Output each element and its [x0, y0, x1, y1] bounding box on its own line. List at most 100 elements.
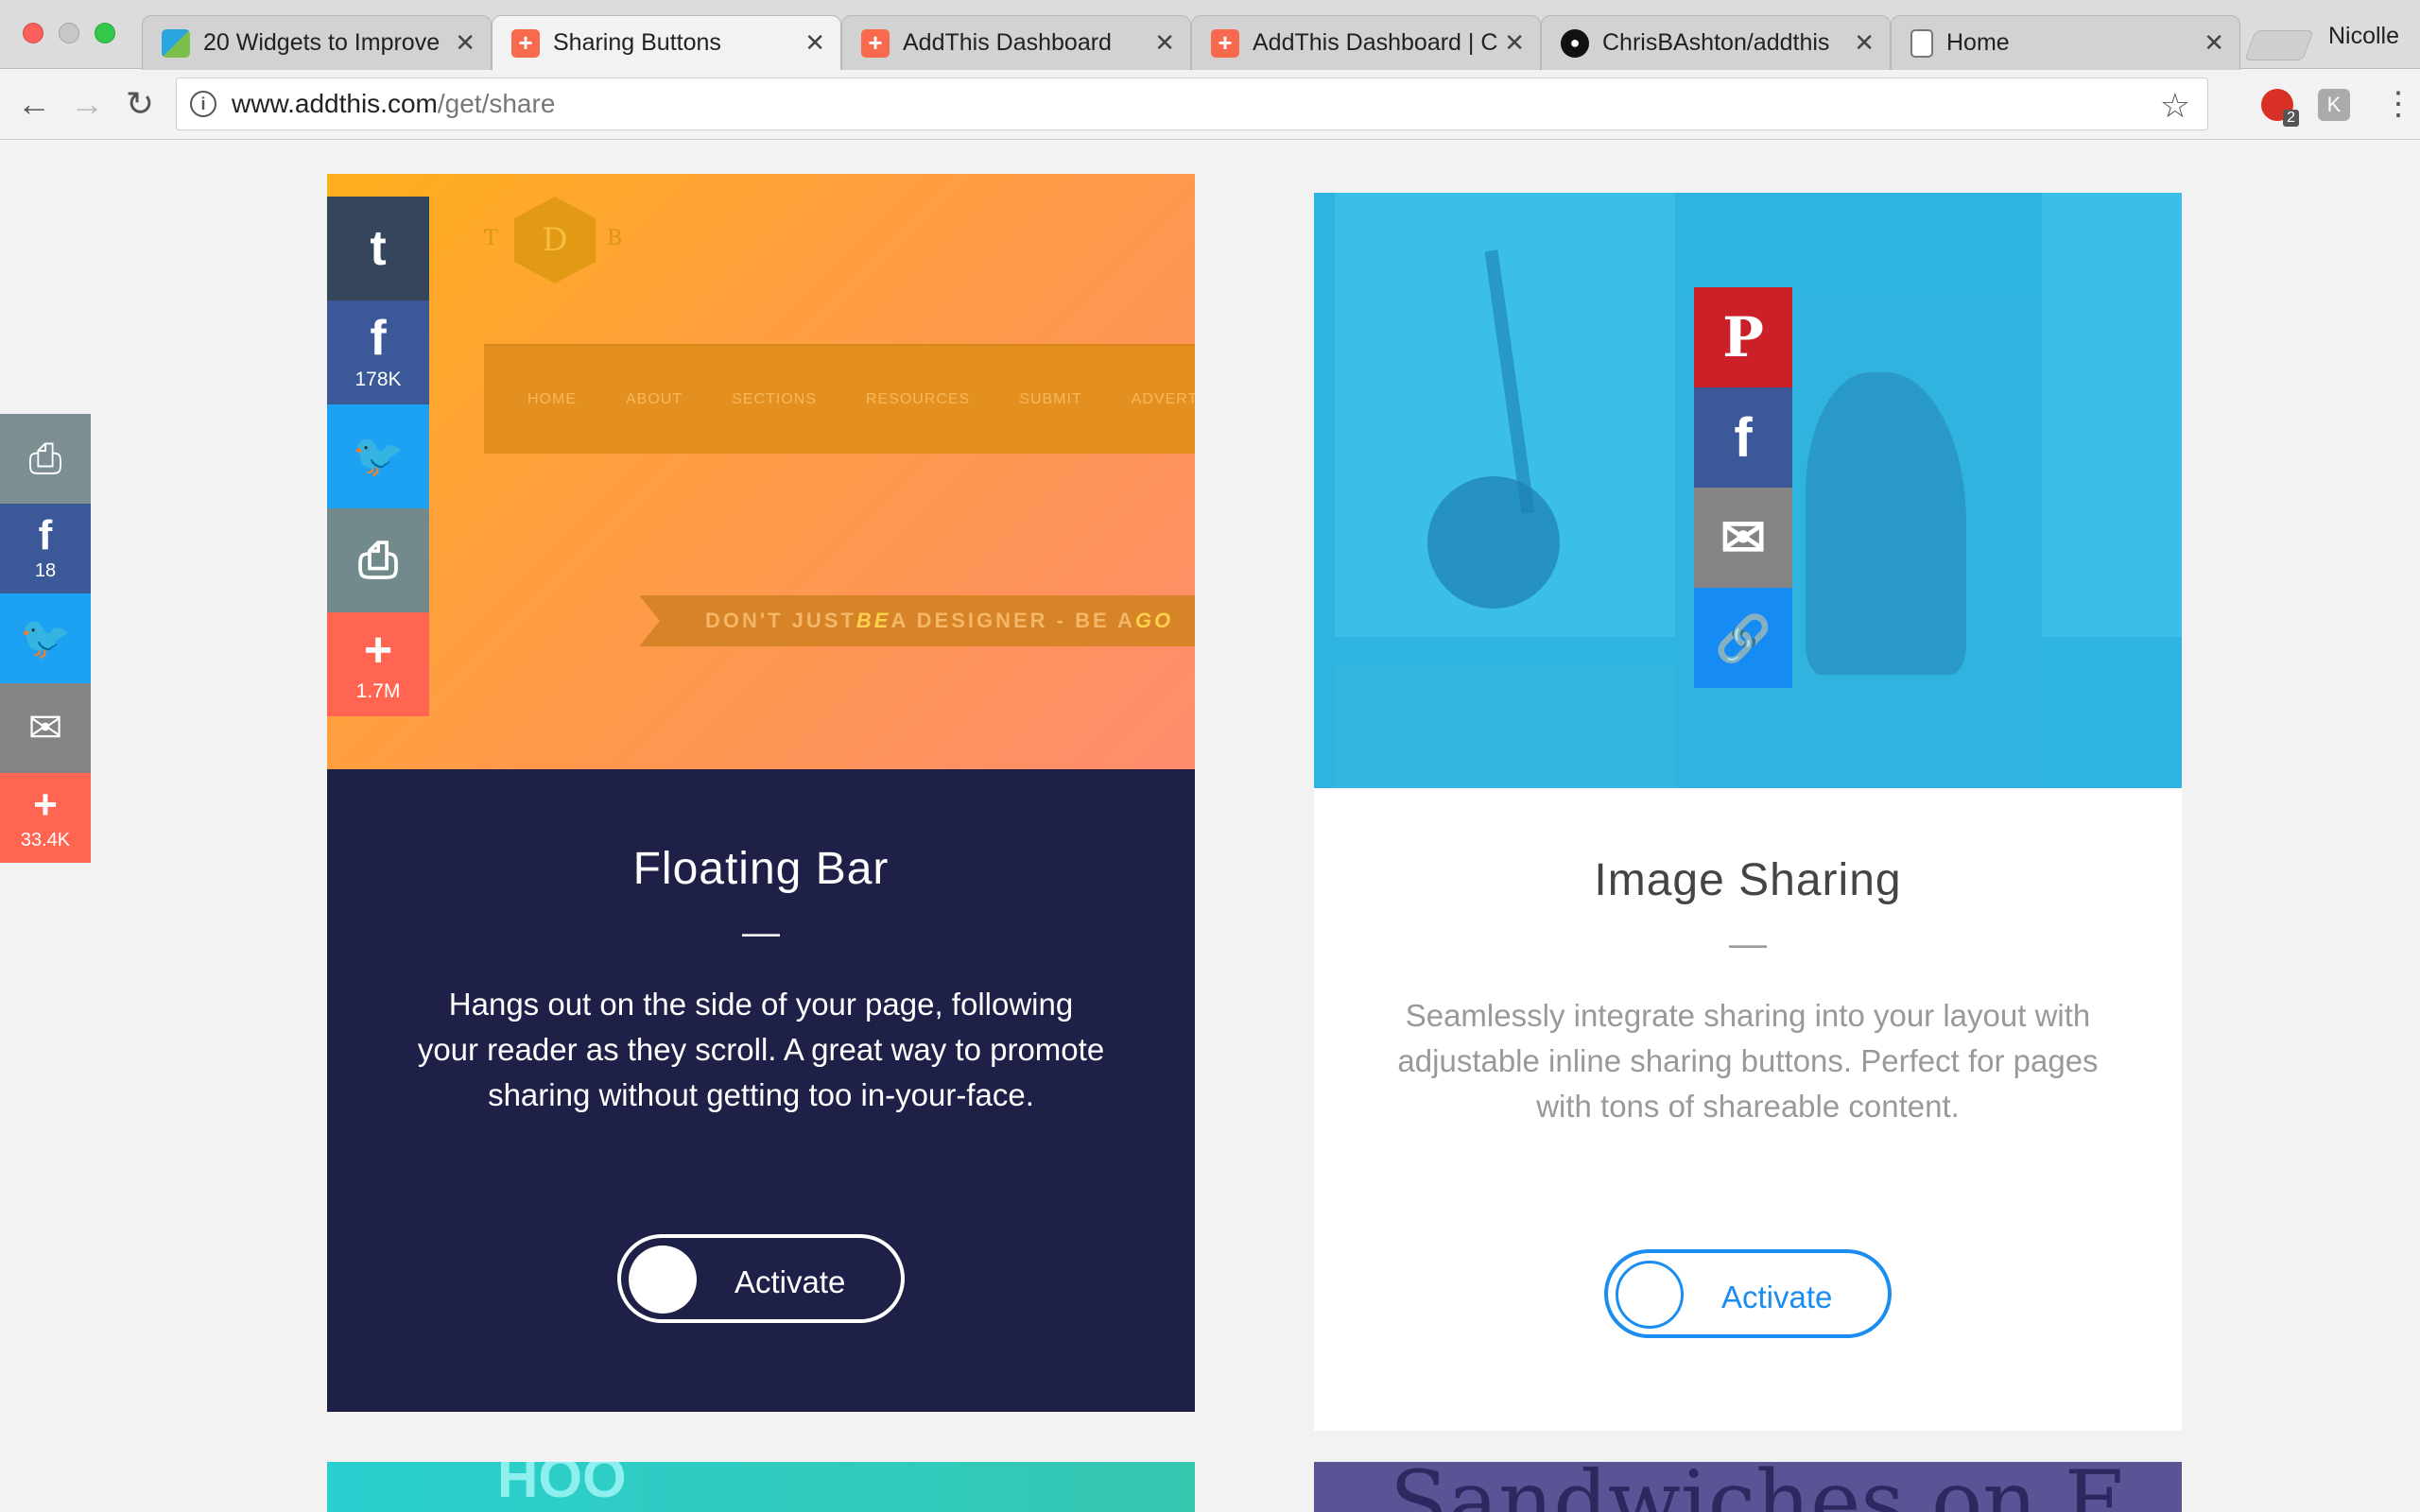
preview-nav-item: SUBMIT — [1019, 391, 1082, 407]
card-description: Seamlessly integrate sharing into your l… — [1397, 998, 2099, 1124]
image-sharing-card: P f ✉ 🔗 Image Sharing — Seamlessly integ… — [1314, 193, 2182, 1431]
close-tab-icon[interactable]: ✕ — [1154, 28, 1175, 58]
preview-nav-item: RESOURCES — [865, 391, 971, 407]
browser-toolbar: ← → ↻ i www.addthis.com/get/share ☆ 2 K … — [0, 70, 2420, 140]
address-bar[interactable]: i www.addthis.com/get/share ☆ — [176, 77, 2208, 130]
facebook-icon: f — [1734, 406, 1753, 469]
tab-home[interactable]: Home ✕ — [1891, 15, 2240, 70]
twitter-icon: 🐦 — [352, 433, 405, 479]
close-window-button[interactable] — [23, 23, 43, 43]
sidebar-more-button[interactable]: + 33.4K — [0, 773, 91, 863]
forward-button[interactable]: → — [68, 84, 106, 123]
floating-bar-info: Floating Bar — Hangs out on the side of … — [327, 769, 1195, 1412]
email-icon: ✉ — [27, 704, 63, 751]
url-host: www.addthis.com — [232, 89, 438, 118]
widget-icon — [162, 28, 190, 58]
preview-nav-item: ADVERTIS — [1131, 391, 1195, 407]
title-divider: — — [742, 912, 780, 954]
close-tab-icon[interactable]: ✕ — [1504, 28, 1525, 58]
more-share-count: 33.4K — [20, 830, 71, 850]
tab-sharing-buttons[interactable]: + Sharing Buttons ✕ — [492, 15, 841, 70]
facebook-icon: f — [38, 512, 53, 558]
browser-menu-icon[interactable]: ⋮ — [2382, 85, 2414, 123]
preview-twitter-button: 🐦 — [327, 404, 429, 508]
preview-print-button: ⎙ — [327, 508, 429, 612]
preview-link-button: 🔗 — [1694, 588, 1792, 688]
email-icon: ✉ — [1720, 507, 1767, 569]
extension-icon[interactable]: 2 — [2261, 89, 2299, 127]
link-icon: 🔗 — [1715, 613, 1772, 664]
profile-name[interactable]: Nicolle — [2328, 23, 2399, 50]
preview-email-button: ✉ — [1694, 488, 1792, 588]
preview-nav-item: ABOUT — [626, 391, 683, 407]
preview-snippet: Sandwiches on F — [1390, 1462, 2124, 1512]
extension-k-icon[interactable]: K — [2318, 89, 2350, 121]
new-tab-button[interactable] — [2244, 30, 2314, 60]
toggle-knob — [629, 1246, 697, 1314]
back-button[interactable]: ← — [15, 84, 53, 123]
facebook-share-count: 18 — [34, 560, 57, 581]
url-path: /get/share — [437, 89, 556, 118]
ribbon-text: DON'T JUST — [705, 609, 856, 632]
plus-icon: + — [363, 623, 393, 678]
close-tab-icon[interactable]: ✕ — [2204, 28, 2224, 58]
tab-github[interactable]: ● ChrisBAshton/addthis ✕ — [1541, 15, 1891, 70]
print-icon: ⎙ — [28, 435, 62, 482]
toggle-knob — [1616, 1261, 1684, 1329]
preview-facebook-count: 178K — [354, 369, 402, 390]
sculpture-shape — [1806, 372, 1966, 675]
site-info-icon[interactable]: i — [190, 91, 216, 117]
tab-title: Sharing Buttons — [553, 29, 721, 56]
preview-panel — [1335, 665, 1675, 788]
ribbon-em: GO — [1134, 609, 1174, 632]
twitter-icon: 🐦 — [19, 614, 72, 662]
bookmark-star-icon[interactable]: ☆ — [2160, 86, 2190, 126]
toggle-label: Activate — [735, 1264, 846, 1299]
minimize-window-button[interactable] — [59, 23, 79, 43]
preview-nav-item: HOME — [527, 391, 577, 407]
preview-ribbon: DON'T JUST BE A DESIGNER - BE A GO — [639, 595, 1195, 646]
tab-title: 20 Widgets to Improve — [203, 29, 441, 56]
image-sharing-activate-toggle[interactable]: Activate — [1604, 1249, 1892, 1338]
next-card-preview-left: HOO — [327, 1462, 1195, 1512]
sidebar-print-button[interactable]: ⎙ — [0, 414, 91, 504]
reload-button[interactable]: ↻ — [121, 84, 159, 123]
tab-addthis-dashboard[interactable]: + AddThis Dashboard ✕ — [841, 15, 1191, 70]
print-icon: ⎙ — [358, 533, 398, 588]
preview-panel — [2042, 193, 2182, 637]
plus-icon: + — [33, 782, 58, 828]
tab-title: AddThis Dashboard — [903, 29, 1112, 56]
ribbon-em: BE — [856, 609, 891, 632]
close-tab-icon[interactable]: ✕ — [804, 28, 825, 58]
preview-more-count: 1.7M — [355, 680, 401, 702]
preview-pinterest-button: P — [1694, 287, 1792, 387]
tab-bar: 20 Widgets to Improve ✕ + Sharing Button… — [0, 0, 2420, 70]
facebook-icon: f — [370, 311, 387, 366]
preview-snippet: HOO — [497, 1462, 627, 1509]
tab-widgets[interactable]: 20 Widgets to Improve ✕ — [142, 15, 492, 70]
addthis-icon: + — [1211, 28, 1239, 58]
tumblr-icon: t — [370, 221, 387, 276]
zoom-window-button[interactable] — [95, 23, 115, 43]
sculpture-shape — [1427, 476, 1560, 609]
preview-tumblr-button: t — [327, 197, 429, 301]
tab-addthis-dashboard-2[interactable]: + AddThis Dashboard | C ✕ — [1191, 15, 1541, 70]
preview-facebook-button: f 178K — [327, 301, 429, 404]
preview-facebook-button: f — [1694, 387, 1792, 488]
image-sharing-info: Image Sharing — Seamlessly integrate sha… — [1314, 788, 2182, 1431]
image-sharing-preview: P f ✉ 🔗 — [1314, 193, 2182, 788]
next-card-preview-right: Sandwiches on F — [1314, 1462, 2182, 1512]
extension-badge: 2 — [2283, 110, 2299, 127]
pinterest-icon: P — [1722, 305, 1764, 369]
tab-title: Home — [1946, 29, 2010, 56]
preview-share-bar: t f 178K 🐦 ⎙ +1.7M — [327, 197, 429, 716]
floating-bar-activate-toggle[interactable]: Activate — [617, 1234, 905, 1323]
sidebar-twitter-button[interactable]: 🐦 — [0, 593, 91, 683]
page-icon — [1910, 28, 1933, 58]
close-tab-icon[interactable]: ✕ — [455, 28, 475, 58]
close-tab-icon[interactable]: ✕ — [1854, 28, 1875, 58]
tdb-logo: D — [514, 197, 596, 284]
sidebar-facebook-button[interactable]: f 18 — [0, 504, 91, 593]
floating-bar-card: T D B HOME ABOUT SECTIONS RESOURCES SUBM… — [327, 174, 1195, 1412]
sidebar-email-button[interactable]: ✉ — [0, 683, 91, 773]
